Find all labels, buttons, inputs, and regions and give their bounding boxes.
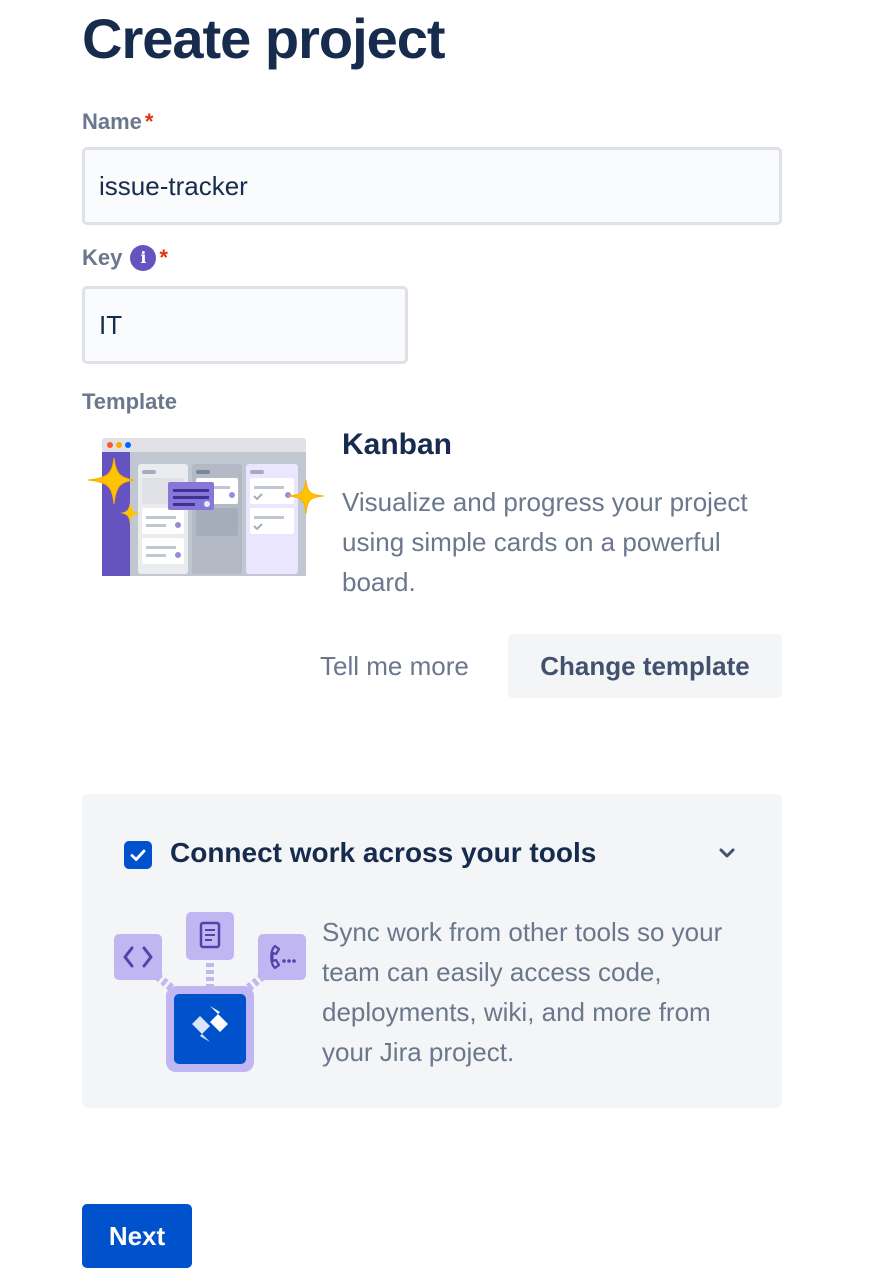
name-label: Name * (82, 108, 153, 136)
connected-tools-illustration (114, 912, 306, 1072)
required-marker: * (159, 245, 168, 270)
connect-tools-title: Connect work across your tools (170, 837, 597, 868)
key-input[interactable] (82, 286, 408, 364)
key-label: Key i * (82, 244, 168, 272)
connect-tools-checkbox[interactable] (124, 841, 152, 869)
template-label: Template (82, 388, 177, 416)
kanban-illustration (87, 438, 325, 576)
connect-tools-panel: Connect work across your tools Sync work… (82, 794, 782, 1108)
required-marker: * (144, 109, 154, 134)
template-label-text: Template (82, 389, 177, 414)
name-input[interactable] (82, 147, 782, 225)
next-button[interactable]: Next (82, 1204, 192, 1268)
create-project-page: Create project Name * Key i * Template (0, 0, 872, 1288)
template-description: Visualize and progress your project usin… (342, 487, 748, 597)
page-title: Create project (82, 7, 446, 70)
checkmark-icon (130, 849, 146, 861)
connect-tools-description: Sync work from other tools so your team … (322, 917, 723, 1067)
chevron-down-icon[interactable] (712, 838, 742, 868)
change-template-button[interactable]: Change template (508, 634, 782, 698)
key-label-text: Key (82, 245, 123, 270)
tell-me-more-button[interactable]: Tell me more (302, 634, 487, 698)
name-label-text: Name (82, 109, 142, 134)
template-name: Kanban (342, 428, 453, 461)
info-icon[interactable]: i (130, 245, 157, 271)
